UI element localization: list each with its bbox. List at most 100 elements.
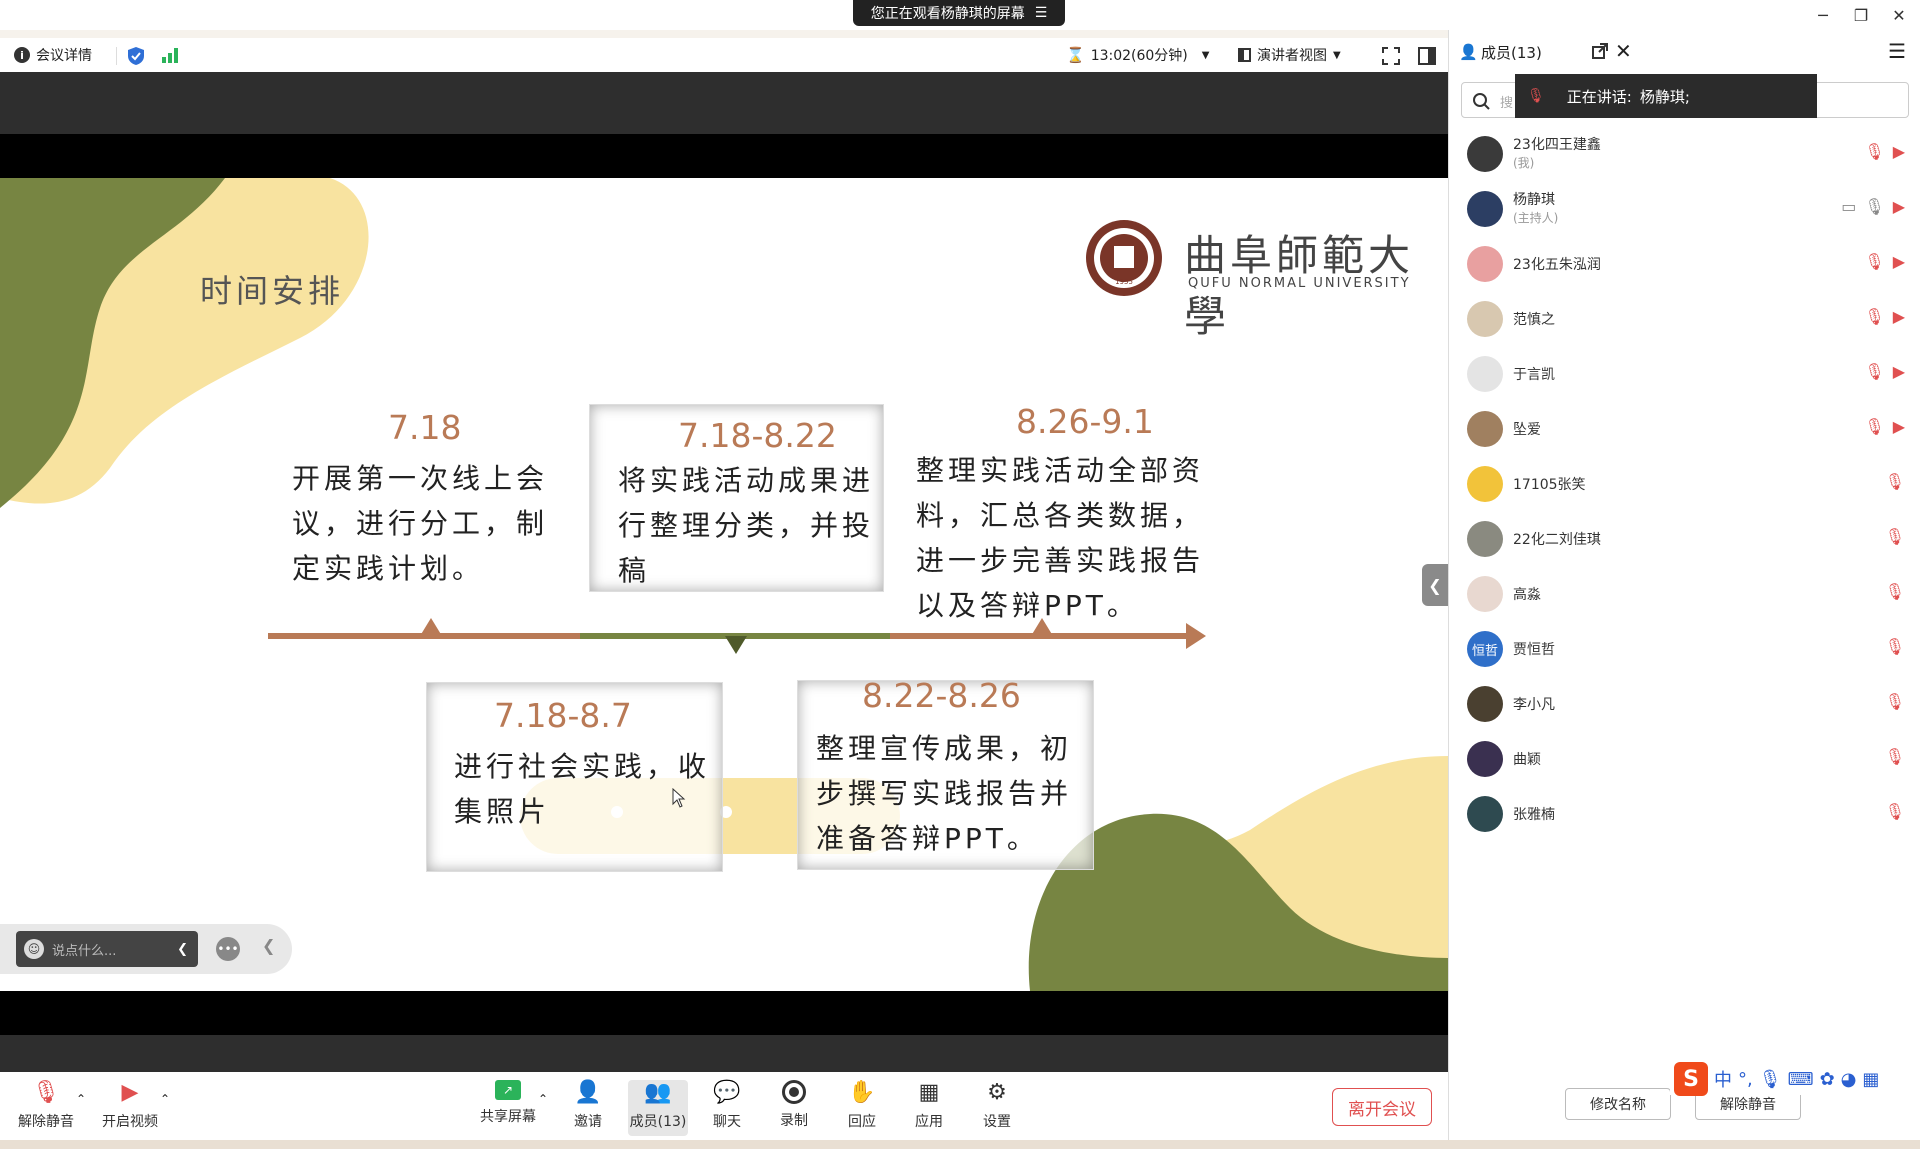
mic-muted-icon: 🎙 bbox=[1527, 88, 1545, 104]
member-name: 坠爱 bbox=[1513, 422, 1541, 438]
collapse-panel-handle[interactable]: ❮ bbox=[1422, 564, 1448, 606]
member-name: 张雅楠 bbox=[1513, 807, 1555, 823]
member-row[interactable]: 杨静琪 (主持人) ▭ 🎙 ▶ bbox=[1449, 181, 1920, 236]
unmute-button[interactable]: 🎙 解除静音 bbox=[16, 1080, 76, 1136]
more-menu-icon[interactable]: ☰ bbox=[1888, 39, 1906, 63]
restore-button[interactable]: ❐ bbox=[1848, 4, 1874, 26]
member-row[interactable]: 恒哲 贾恒哲 🎙 bbox=[1449, 621, 1920, 676]
start-video-button[interactable]: ▶ 开启视频 bbox=[100, 1080, 160, 1136]
member-row[interactable]: 高淼 🎙 bbox=[1449, 566, 1920, 621]
minimize-button[interactable]: ─ bbox=[1810, 4, 1836, 26]
mic-muted-icon: 🎙 bbox=[1884, 582, 1905, 601]
sogou-logo-icon[interactable]: S bbox=[1674, 1062, 1708, 1096]
leave-meeting-button[interactable]: 离开会议 bbox=[1332, 1088, 1432, 1126]
speaking-indicator: 🎙 正在讲话: 杨静琪; bbox=[1515, 74, 1817, 118]
screen-share-banner[interactable]: 您正在观看杨静琪的屏幕 ☰ bbox=[853, 0, 1065, 26]
invite-button[interactable]: 👤 邀请 bbox=[558, 1080, 618, 1136]
chevron-left-icon[interactable]: ❮ bbox=[262, 936, 275, 955]
section-title: 时间安排 bbox=[200, 272, 345, 310]
add-user-icon: 👤 bbox=[574, 1080, 602, 1105]
punctuation-icon[interactable]: °, bbox=[1738, 1069, 1753, 1090]
chevron-up-icon[interactable]: ⌃ bbox=[160, 1092, 170, 1106]
mic-muted-icon: 🎙 bbox=[1864, 417, 1885, 436]
view-mode-button[interactable]: 演讲者视图 ▼ bbox=[1238, 45, 1341, 65]
member-status: 🎙 ▶ bbox=[1864, 362, 1905, 381]
member-row[interactable]: 张雅楠 🎙 bbox=[1449, 786, 1920, 841]
member-name: 高淼 bbox=[1513, 587, 1541, 603]
mic-icon[interactable]: 🎙 bbox=[1759, 1069, 1782, 1090]
emoji-icon[interactable]: ☺ bbox=[24, 939, 44, 959]
member-role: (我) bbox=[1513, 156, 1535, 170]
avatar bbox=[1467, 301, 1503, 337]
member-name: 23化四王建鑫 bbox=[1513, 137, 1601, 153]
meeting-details-button[interactable]: i 会议详情 bbox=[14, 45, 92, 65]
member-row[interactable]: 23化四王建鑫 (我) 🎙 ▶ bbox=[1449, 126, 1920, 181]
title-bar: 您正在观看杨静琪的屏幕 ☰ ─ ❐ ✕ bbox=[0, 0, 1920, 30]
mic-muted-icon: 🎙 bbox=[1884, 527, 1905, 546]
timeline-date-5: 8.22-8.26 bbox=[862, 676, 1021, 715]
timeline-date-1: 7.18 bbox=[388, 408, 462, 447]
record-button[interactable]: 录制 bbox=[764, 1080, 824, 1136]
mic-icon: 🎙 bbox=[1864, 197, 1885, 216]
members-panel-header: 👤 成员(13) ✕ ☰ bbox=[1448, 30, 1920, 74]
share-screen-button[interactable]: ↗ 共享屏幕 bbox=[478, 1080, 538, 1136]
member-name: 17105张笑 bbox=[1513, 477, 1586, 493]
side-panel-icon[interactable] bbox=[1418, 47, 1436, 65]
avatar bbox=[1467, 246, 1503, 282]
member-row[interactable]: 曲颖 🎙 bbox=[1449, 731, 1920, 786]
chevron-up-icon[interactable]: ⌃ bbox=[538, 1092, 548, 1106]
timer[interactable]: ⌛ 13:02(60分钟) ▼ bbox=[1066, 45, 1209, 65]
menu-icon[interactable]: ☰ bbox=[1035, 5, 1048, 21]
apps-button[interactable]: ▦ 应用 bbox=[899, 1080, 959, 1136]
members-button[interactable]: 👥 成员(13) bbox=[628, 1080, 688, 1136]
member-status: 🎙 bbox=[1885, 527, 1905, 546]
settings-button[interactable]: ⚙ 设置 bbox=[967, 1080, 1027, 1136]
chat-input[interactable]: ☺ 说点什么... ❮ bbox=[16, 931, 198, 967]
game-icon[interactable]: ◕ bbox=[1841, 1069, 1857, 1090]
member-row[interactable]: 22化二刘佳琪 🎙 bbox=[1449, 511, 1920, 566]
view-icon bbox=[1238, 48, 1251, 62]
shield-icon[interactable] bbox=[127, 46, 145, 66]
video-off-icon: ▶ bbox=[1892, 417, 1905, 436]
members-label: 成员(13) bbox=[629, 1114, 687, 1130]
chat-button[interactable]: 💬 聊天 bbox=[697, 1080, 757, 1136]
popout-icon[interactable] bbox=[1592, 43, 1608, 59]
member-row[interactable]: 坠爱 🎙 ▶ bbox=[1449, 401, 1920, 456]
close-button[interactable]: ✕ bbox=[1886, 4, 1912, 26]
member-row[interactable]: 23化五朱泓润 🎙 ▶ bbox=[1449, 236, 1920, 291]
info-icon: i bbox=[14, 47, 30, 63]
member-row[interactable]: 于言凯 🎙 ▶ bbox=[1449, 346, 1920, 401]
sharing-banner-text: 您正在观看杨静琪的屏幕 bbox=[870, 6, 1025, 22]
chat-overlay-bar: ☺ 说点什么... ❮ ••• ❮ bbox=[0, 924, 292, 974]
video-off-icon: ▶ bbox=[1892, 307, 1905, 326]
member-name: 曲颖 bbox=[1513, 752, 1541, 768]
letterbox-top bbox=[0, 134, 1448, 178]
divider bbox=[116, 47, 117, 65]
fullscreen-icon[interactable] bbox=[1382, 47, 1400, 65]
members-icon: 👤 bbox=[1459, 43, 1478, 61]
university-name-en: QUFU NORMAL UNIVERSITY bbox=[1188, 276, 1411, 291]
rename-button[interactable]: 修改名称 bbox=[1565, 1088, 1671, 1120]
member-status: 🎙 ▶ bbox=[1864, 252, 1905, 271]
close-panel-icon[interactable]: ✕ bbox=[1615, 39, 1632, 63]
member-status: ▭ 🎙 ▶ bbox=[1841, 197, 1905, 216]
mic-muted-icon: 🎙 bbox=[1884, 692, 1905, 711]
member-row[interactable]: 17105张笑 🎙 bbox=[1449, 456, 1920, 511]
skin-icon[interactable]: ✿ bbox=[1820, 1069, 1835, 1090]
member-row[interactable]: 李小凡 🎙 bbox=[1449, 676, 1920, 731]
speaking-name: 杨静琪; bbox=[1639, 87, 1690, 106]
reactions-button[interactable]: ✋ 回应 bbox=[832, 1080, 892, 1136]
timer-value: 13:02(60分钟) bbox=[1090, 48, 1188, 64]
chevron-up-icon[interactable]: ⌃ bbox=[76, 1092, 86, 1106]
toolbox-icon[interactable]: ▦ bbox=[1862, 1069, 1879, 1090]
signal-icon[interactable] bbox=[161, 47, 179, 63]
ime-lang-toggle[interactable]: 中 bbox=[1714, 1066, 1732, 1092]
video-off-icon: ▶ bbox=[1892, 362, 1905, 381]
keyboard-icon[interactable]: ⌨ bbox=[1788, 1069, 1814, 1090]
chevron-down-icon: ▼ bbox=[1201, 49, 1210, 61]
member-status: 🎙 ▶ bbox=[1864, 307, 1905, 326]
more-options-icon[interactable]: ••• bbox=[216, 937, 240, 961]
member-row[interactable]: 范慎之 🎙 ▶ bbox=[1449, 291, 1920, 346]
chevron-left-icon[interactable]: ❮ bbox=[177, 942, 188, 957]
timeline-date-3: 8.26-9.1 bbox=[1016, 402, 1154, 441]
